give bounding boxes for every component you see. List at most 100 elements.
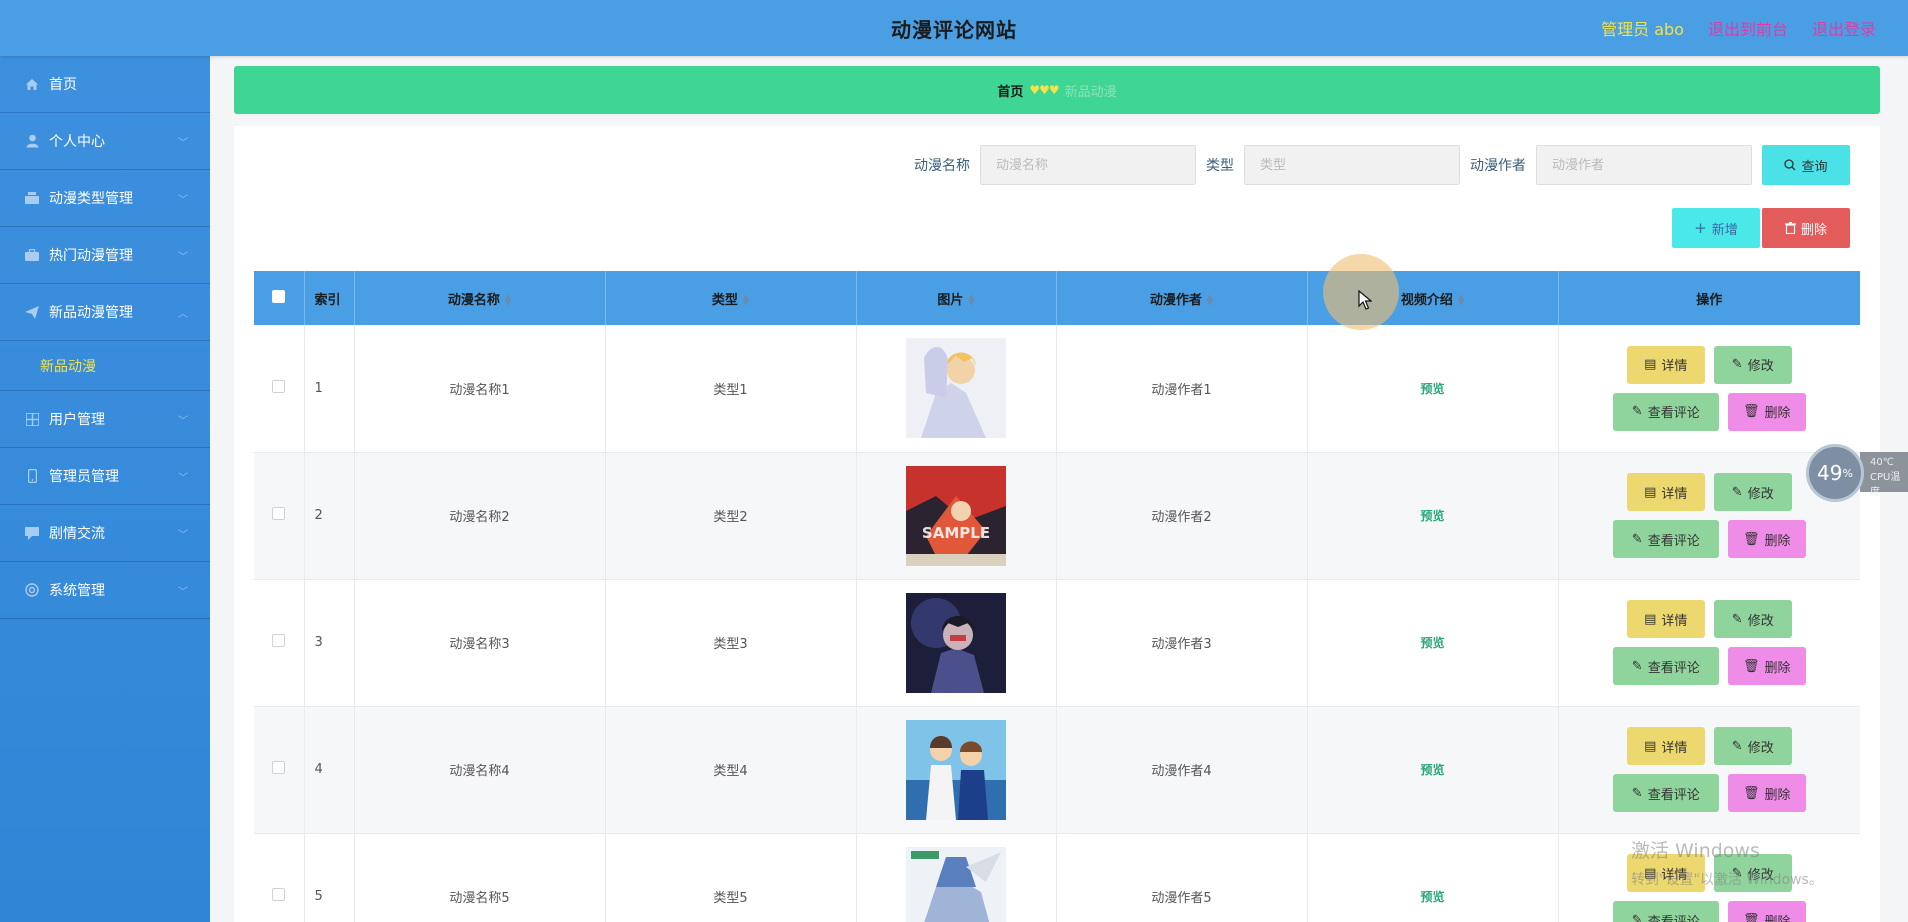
sort-icon[interactable]: ▲ ▼ (1458, 293, 1464, 307)
breadcrumb-home[interactable]: 首页 (997, 81, 1023, 100)
row-checkbox[interactable] (272, 634, 286, 647)
sidebar-item-system-mgmt[interactable]: 系统管理 ﹀ (0, 562, 210, 619)
pencil-icon: ✎ (1631, 785, 1643, 801)
edit-button[interactable]: ✎ 修改 (1713, 345, 1792, 384)
sort-icon[interactable]: ▲ ▼ (743, 293, 749, 307)
cpu-monitor-widget[interactable]: 40℃ CPU温度 49% (1806, 444, 1908, 502)
detail-button[interactable]: ▤ 详情 (1626, 727, 1705, 765)
anime-thumbnail[interactable] (906, 338, 1006, 439)
detail-button[interactable]: ▤ 详情 (1626, 600, 1705, 638)
anime-thumbnail[interactable] (906, 592, 1006, 693)
batch-delete-button[interactable]: 删除 (1762, 208, 1850, 248)
logout-link[interactable]: 退出登录 (1812, 16, 1876, 40)
row-checkbox[interactable] (272, 761, 286, 774)
delete-row-button[interactable]: 🗑 删除 (1727, 520, 1806, 558)
sidebar: 首页 个人中心 ﹀ 动漫类型管理 ﹀ 热门动漫管理 ﹀ 新品动漫管理 ︿ 新品动… (0, 56, 210, 922)
anime-table: 索引 动漫名称 ▲ ▼ 类型 ▲ ▼ 图片 ▲ ▼ 动漫作者 ▲ ▼ 视频介绍 ▲ ▼ 操作 1 动… (254, 271, 1860, 922)
select-all-checkbox[interactable] (272, 289, 286, 303)
header-image[interactable]: 图片 ▲ ▼ (856, 271, 1057, 325)
activate-subtitle: 转到"设置"以激活 Windows。 (1631, 872, 1823, 888)
sort-icon[interactable]: ▲ ▼ (1207, 293, 1213, 307)
name-search-input[interactable] (980, 145, 1196, 185)
sidebar-item-label: 用户管理 (49, 412, 105, 428)
select-all-header[interactable] (254, 271, 305, 325)
back-to-front-link[interactable]: 退出到前台 (1708, 16, 1788, 40)
comments-label: 查看评论 (1647, 787, 1700, 803)
edit-button[interactable]: ✎ 修改 (1713, 473, 1792, 511)
row-checkbox[interactable] (272, 888, 286, 901)
cpu-side-panel: 40℃ CPU温度 (1860, 452, 1908, 498)
video-preview-link[interactable]: 预览 (1420, 509, 1444, 523)
chevron-down-icon: ﹀ (178, 194, 188, 206)
row-ops-cell: ▤ 详情 ✎ 修改 ✎ 查看评论 🗑 删除 (1558, 579, 1860, 707)
delete-label: 删除 (1764, 660, 1791, 676)
name-label: 动漫名称 (914, 158, 970, 174)
detail-button[interactable]: ▤ 详情 (1626, 473, 1705, 511)
edit-button[interactable]: ✎ 修改 (1713, 600, 1792, 638)
user-icon (24, 133, 40, 149)
row-checkbox-cell (254, 452, 305, 580)
detail-button[interactable]: ▤ 详情 (1626, 345, 1705, 384)
sidebar-item-home[interactable]: 首页 (0, 56, 210, 113)
edit-label: 修改 (1747, 486, 1774, 502)
cpu-percent: 49 (1817, 461, 1843, 485)
row-author: 动漫作者2 (1056, 452, 1308, 580)
view-comments-button[interactable]: ✎ 查看评论 (1612, 901, 1719, 922)
delete-row-button[interactable]: 🗑 删除 (1727, 774, 1806, 812)
site-title: 动漫评论网站 (891, 17, 1017, 42)
query-button-label: 查询 (1801, 159, 1828, 175)
admin-name: 管理员 abo (1601, 20, 1684, 39)
sidebar-item-label: 管理员管理 (49, 469, 119, 485)
delete-row-button[interactable]: 🗑 删除 (1727, 647, 1806, 685)
delete-row-button[interactable]: 🗑 删除 (1727, 901, 1806, 922)
header-type[interactable]: 类型 ▲ ▼ (605, 271, 857, 325)
trash-icon (1784, 222, 1796, 234)
video-preview-link[interactable]: 预览 (1420, 636, 1444, 650)
view-comments-button[interactable]: ✎ 查看评论 (1612, 774, 1719, 812)
view-comments-button[interactable]: ✎ 查看评论 (1612, 520, 1719, 558)
cpu-usage-ring: 49% (1806, 444, 1864, 502)
grid-icon (24, 411, 40, 427)
edit-label: 修改 (1747, 359, 1774, 375)
sidebar-item-label: 个人中心 (49, 134, 105, 150)
author-search-input[interactable] (1536, 145, 1752, 185)
query-button[interactable]: 查询 (1762, 145, 1850, 185)
view-comments-button[interactable]: ✎ 查看评论 (1612, 647, 1719, 685)
sidebar-item-hot-anime[interactable]: 热门动漫管理 ﹀ (0, 227, 210, 284)
edit-label: 修改 (1747, 613, 1774, 629)
sidebar-item-personal-center[interactable]: 个人中心 ﹀ (0, 113, 210, 170)
header-right: 管理员 abo 退出到前台 退出登录 (1601, 0, 1876, 56)
pencil-icon: ✎ (1631, 404, 1643, 420)
sidebar-subitem-new-anime[interactable]: 新品动漫 (0, 341, 210, 391)
anime-thumbnail[interactable]: SAMPLE (906, 465, 1006, 566)
header-author[interactable]: 动漫作者 ▲ ▼ (1056, 271, 1308, 325)
video-preview-link[interactable]: 预览 (1420, 382, 1444, 396)
sidebar-item-plot-exchange[interactable]: 剧情交流 ﹀ (0, 505, 210, 562)
header-label: 类型 (711, 292, 738, 308)
header-label: 操作 (1696, 292, 1723, 308)
delete-row-button[interactable]: 🗑 删除 (1727, 392, 1806, 431)
sidebar-item-new-anime-mgmt[interactable]: 新品动漫管理 ︿ (0, 284, 210, 341)
sidebar-item-admin-mgmt[interactable]: 管理员管理 ﹀ (0, 448, 210, 505)
row-checkbox[interactable] (272, 379, 286, 393)
header-name[interactable]: 动漫名称 ▲ ▼ (354, 271, 606, 325)
video-preview-link[interactable]: 预览 (1420, 890, 1444, 904)
type-search-input[interactable] (1244, 145, 1460, 185)
sort-icon[interactable]: ▲ ▼ (968, 293, 974, 307)
edit-button[interactable]: ✎ 修改 (1713, 727, 1792, 765)
mouse-cursor-icon (1358, 290, 1372, 310)
sort-icon[interactable]: ▲ ▼ (505, 293, 511, 307)
anime-thumbnail[interactable] (906, 719, 1006, 820)
content-panel: 动漫名称 类型 动漫作者 查询 + 新增 删除 (234, 126, 1880, 922)
sidebar-item-anime-type[interactable]: 动漫类型管理 ﹀ (0, 170, 210, 227)
plus-icon: + (1694, 219, 1707, 237)
add-button[interactable]: + 新增 (1672, 208, 1760, 248)
anime-thumbnail[interactable] (906, 846, 1006, 922)
cpu-percent-sign: % (1842, 466, 1853, 480)
row-checkbox[interactable] (272, 507, 286, 520)
comments-label: 查看评论 (1647, 914, 1700, 922)
video-preview-link[interactable]: 预览 (1420, 763, 1444, 777)
chevron-down-icon: ﹀ (178, 251, 188, 263)
view-comments-button[interactable]: ✎ 查看评论 (1612, 392, 1719, 431)
sidebar-item-user-mgmt[interactable]: 用户管理 ﹀ (0, 391, 210, 448)
